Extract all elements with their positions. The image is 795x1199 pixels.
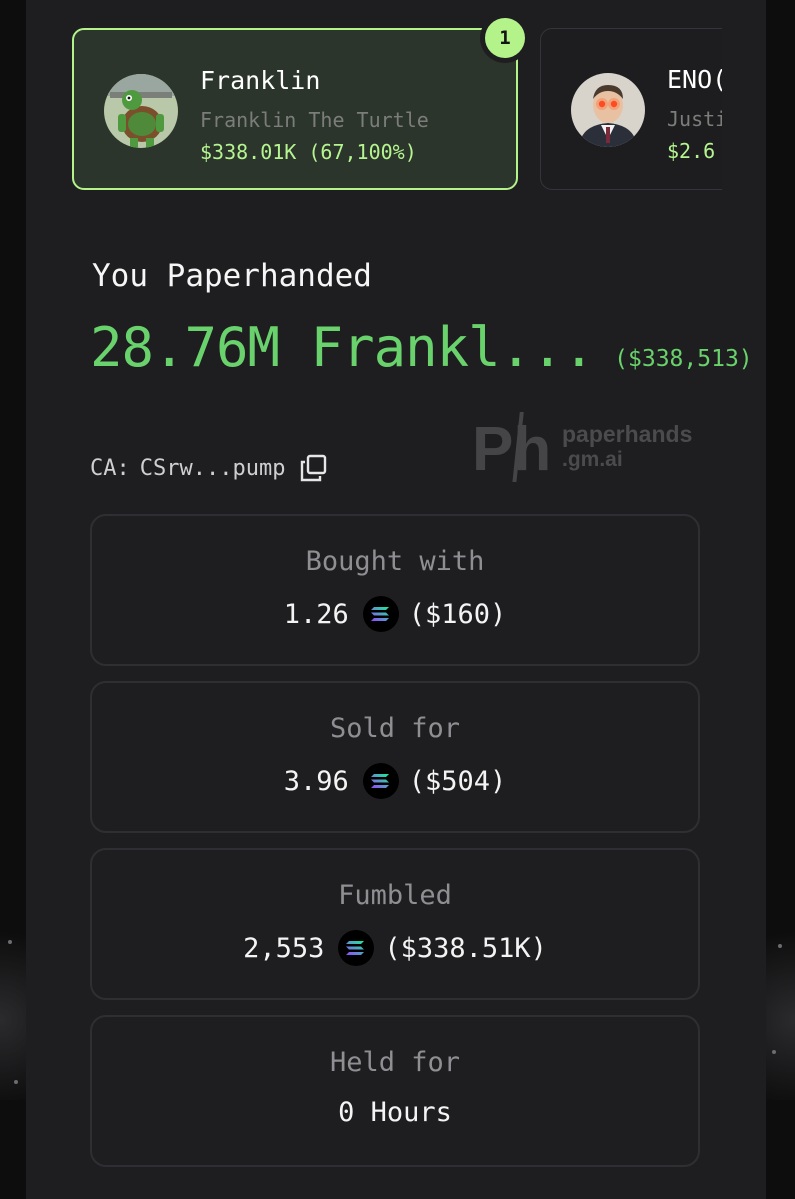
stat-label: Bought with (305, 546, 485, 577)
stat-amount: 2,553 (243, 932, 325, 964)
token-name: Franklin (200, 66, 321, 95)
stat-held-for: Held for 0 Hours (90, 1015, 700, 1167)
stat-usd: ($338.51K) (384, 932, 547, 964)
token-card-eno[interactable]: ENO( Justi $2.6 (540, 28, 722, 190)
stat-label: Fumbled (338, 880, 452, 911)
token-card-franklin[interactable]: Franklin Franklin The Turtle $338.01K (6… (72, 28, 518, 190)
token-name: ENO( (667, 65, 722, 94)
stat-usd: ($504) (408, 765, 507, 797)
copy-icon[interactable] (299, 454, 327, 482)
stat-usd: ($160) (408, 598, 507, 630)
background-dot (778, 944, 782, 948)
amount-usd-value: ($338,513) (614, 346, 753, 372)
contract-label: CA: (90, 455, 130, 481)
stat-label: Held for (329, 1047, 461, 1078)
token-amount: 28.76M Frankl... (90, 316, 595, 379)
token-market-cap: $338.01K (67,100%) (200, 140, 417, 164)
solana-icon (362, 596, 399, 632)
stat-bought-with: Bought with 1.26 ($160) (90, 514, 700, 666)
solana-icon (338, 930, 375, 966)
watermark-text: paperhands .gm.ai (562, 422, 692, 472)
token-carousel[interactable]: Franklin Franklin The Turtle $338.01K (6… (72, 26, 722, 196)
token-market-cap: $2.6 (667, 139, 716, 163)
stat-value: 3.96 ($504) (92, 763, 698, 799)
contract-address: CSrw...pump (139, 455, 286, 481)
token-full-name: Justi (667, 107, 722, 131)
watermark-line1: paperhands (562, 421, 693, 447)
stat-amount: 1.26 (283, 598, 349, 630)
background-dot (772, 1050, 776, 1054)
contract-address-row: CA: CSrw...pump (90, 454, 327, 482)
token-full-name: Franklin The Turtle (200, 108, 429, 132)
paperhanded-amount-row: 28.76M Frankl... ($338,513) (90, 316, 753, 379)
background-dot (14, 1080, 18, 1084)
rank-badge: 1 (485, 18, 525, 58)
man-laser-eyes-avatar (571, 73, 645, 147)
background-dot (8, 940, 12, 944)
paperhands-logo-icon: Ph (472, 412, 551, 484)
stat-sold-for: Sold for 3.96 ($504) (90, 681, 700, 833)
stat-amount: 3.96 (283, 765, 349, 797)
stat-label: Sold for (329, 713, 461, 744)
turtle-avatar (104, 74, 178, 148)
headline: You Paperhanded (92, 258, 372, 294)
stat-value: 1.26 ($160) (92, 596, 698, 632)
stat-value: 0 Hours (338, 1097, 452, 1128)
paperhands-watermark: Ph paperhands .gm.ai (472, 410, 712, 490)
solana-icon (362, 763, 399, 799)
svg-text:Ph: Ph (472, 415, 551, 484)
stat-fumbled: Fumbled 2,553 ($338.51K) (90, 848, 700, 1000)
watermark-line2: .gm.ai (562, 448, 623, 471)
stat-value: 2,553 ($338.51K) (92, 930, 698, 966)
